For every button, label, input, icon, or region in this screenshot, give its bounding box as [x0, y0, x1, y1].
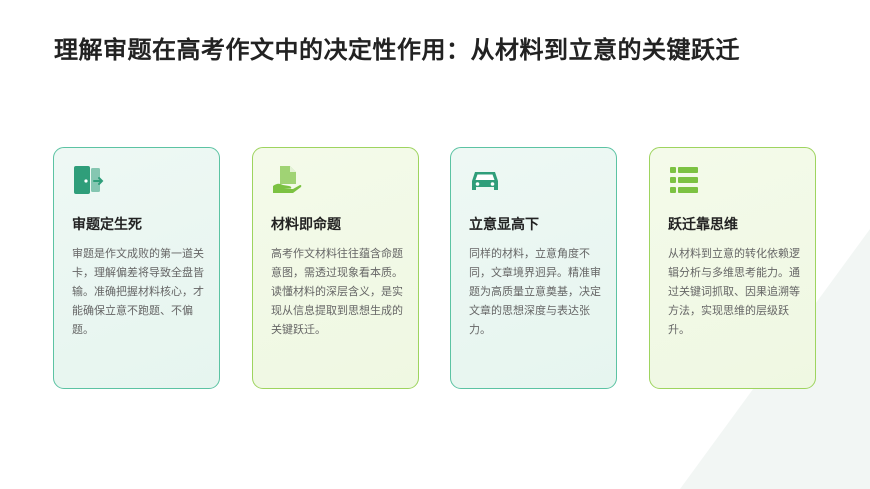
- card-material-topic: 材料即命题 高考作文材料往往蕴含命题意图，需透过现象看本质。读懂材料的深层含义，…: [252, 147, 419, 389]
- card-body: 审题是作文成败的第一道关卡，理解偏差将导致全盘皆输。准确把握材料核心，才能确保立…: [72, 247, 204, 336]
- card-title: 审题定生死: [72, 217, 142, 233]
- card-title: 材料即命题: [271, 217, 341, 233]
- card-body: 同样的材料，立意角度不同，文章境界迥异。精准审题为高质量立意奠基，决定文章的思想…: [469, 247, 601, 336]
- hand-document-icon: [273, 166, 302, 193]
- list-layers-icon: [670, 167, 698, 193]
- door-exit-icon: [74, 166, 104, 194]
- page-title: 理解审题在高考作文中的决定性作用：从材料到立意的关键跃迁: [54, 36, 740, 64]
- card-body: 高考作文材料往往蕴含命题意图，需透过现象看本质。读懂材料的深层含义，是实现从信息…: [271, 247, 403, 336]
- card-body: 从材料到立意的转化依赖逻辑分析与多维思考能力。通过关键词抓取、因果追溯等方法，实…: [668, 247, 800, 336]
- card-exam-reading: 审题定生死 审题是作文成败的第一道关卡，理解偏差将导致全盘皆输。准确把握材料核心…: [53, 147, 220, 389]
- card-thinking: 跃迁靠思维 从材料到立意的转化依赖逻辑分析与多维思考能力。通过关键词抓取、因果追…: [649, 147, 816, 389]
- card-title: 立意显高下: [469, 217, 539, 233]
- car-icon: [472, 172, 498, 190]
- card-title: 跃迁靠思维: [668, 217, 738, 233]
- card-intent: 立意显高下 同样的材料，立意角度不同，文章境界迥异。精准审题为高质量立意奠基，决…: [450, 147, 617, 389]
